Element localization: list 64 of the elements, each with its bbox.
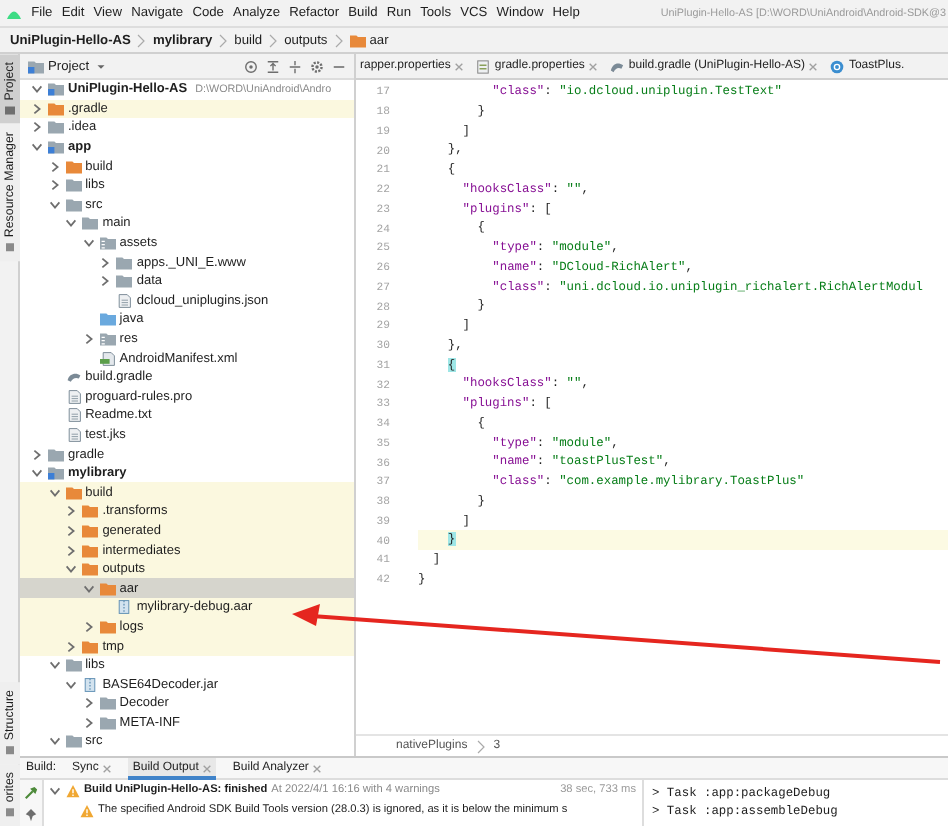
close-icon[interactable] bbox=[312, 763, 323, 773]
chevron-right-icon bbox=[218, 33, 229, 47]
chevron-right-icon bbox=[268, 33, 279, 47]
chevron-right-icon bbox=[475, 739, 486, 753]
chevron-down-icon[interactable] bbox=[47, 734, 62, 749]
collapse-icon[interactable] bbox=[266, 59, 280, 73]
chevron-down-icon[interactable] bbox=[48, 783, 62, 797]
expand-icon[interactable] bbox=[288, 59, 302, 73]
chevron-right-icon[interactable] bbox=[64, 523, 79, 538]
chevron-right-icon[interactable] bbox=[81, 715, 96, 730]
chevron-down-icon[interactable] bbox=[30, 82, 44, 97]
chevron-down-icon[interactable] bbox=[30, 140, 44, 155]
file-icon bbox=[65, 389, 82, 404]
warning-icon bbox=[80, 803, 94, 817]
gradle-icon bbox=[610, 59, 625, 73]
chevron-right-icon[interactable] bbox=[64, 504, 79, 519]
chevron-right-icon bbox=[333, 33, 344, 47]
file-icon bbox=[99, 351, 116, 366]
chevron-down-icon[interactable] bbox=[81, 581, 96, 596]
chevron-right-icon[interactable] bbox=[98, 255, 113, 270]
crosshair-icon[interactable] bbox=[244, 59, 258, 73]
file-icon bbox=[65, 427, 82, 442]
file-icon bbox=[476, 59, 491, 73]
resources-folder-icon bbox=[99, 236, 116, 251]
resources-folder-icon bbox=[99, 332, 116, 347]
close-icon[interactable] bbox=[102, 763, 113, 773]
chevron-down-icon[interactable] bbox=[64, 562, 79, 577]
file-icon bbox=[116, 293, 133, 308]
chevron-down-icon[interactable] bbox=[30, 466, 44, 481]
tool-icon bbox=[4, 743, 16, 756]
chevron-down-icon[interactable] bbox=[64, 677, 79, 692]
chevron-right-icon[interactable] bbox=[81, 696, 96, 711]
tool-icon bbox=[4, 241, 16, 254]
module-icon bbox=[48, 140, 64, 155]
gear-icon[interactable] bbox=[310, 59, 324, 73]
chevron-right-icon[interactable] bbox=[47, 159, 62, 174]
app-logo-icon bbox=[6, 6, 22, 20]
file-icon bbox=[65, 408, 82, 423]
pin-icon[interactable] bbox=[24, 808, 38, 822]
chevron-right-icon[interactable] bbox=[30, 101, 44, 116]
class-icon bbox=[830, 59, 845, 73]
chevron-down-icon[interactable] bbox=[47, 485, 62, 500]
chevron-right-icon[interactable] bbox=[98, 274, 113, 289]
chevron-down-icon[interactable] bbox=[81, 236, 96, 251]
archive-icon bbox=[82, 677, 99, 692]
module-icon bbox=[48, 466, 64, 481]
module-icon bbox=[48, 82, 64, 97]
chevron-right-icon[interactable] bbox=[30, 120, 44, 135]
chevron-right-icon bbox=[136, 33, 147, 47]
module-icon bbox=[28, 59, 44, 73]
chevron-right-icon[interactable] bbox=[64, 543, 79, 558]
archive-icon bbox=[116, 600, 133, 615]
chevron-right-icon[interactable] bbox=[30, 447, 44, 462]
chevron-down-icon[interactable] bbox=[64, 216, 79, 231]
hammer-icon[interactable] bbox=[24, 786, 38, 800]
tool-icon bbox=[4, 806, 16, 818]
chevron-right-icon[interactable] bbox=[81, 332, 96, 347]
gradle-icon bbox=[65, 370, 82, 385]
chevron-down-icon[interactable] bbox=[47, 658, 62, 673]
caret-icon bbox=[93, 59, 108, 73]
chevron-down-icon[interactable] bbox=[47, 197, 62, 212]
chevron-right-icon[interactable] bbox=[64, 639, 79, 654]
chevron-right-icon[interactable] bbox=[81, 619, 96, 634]
chevron-right-icon[interactable] bbox=[47, 178, 62, 193]
